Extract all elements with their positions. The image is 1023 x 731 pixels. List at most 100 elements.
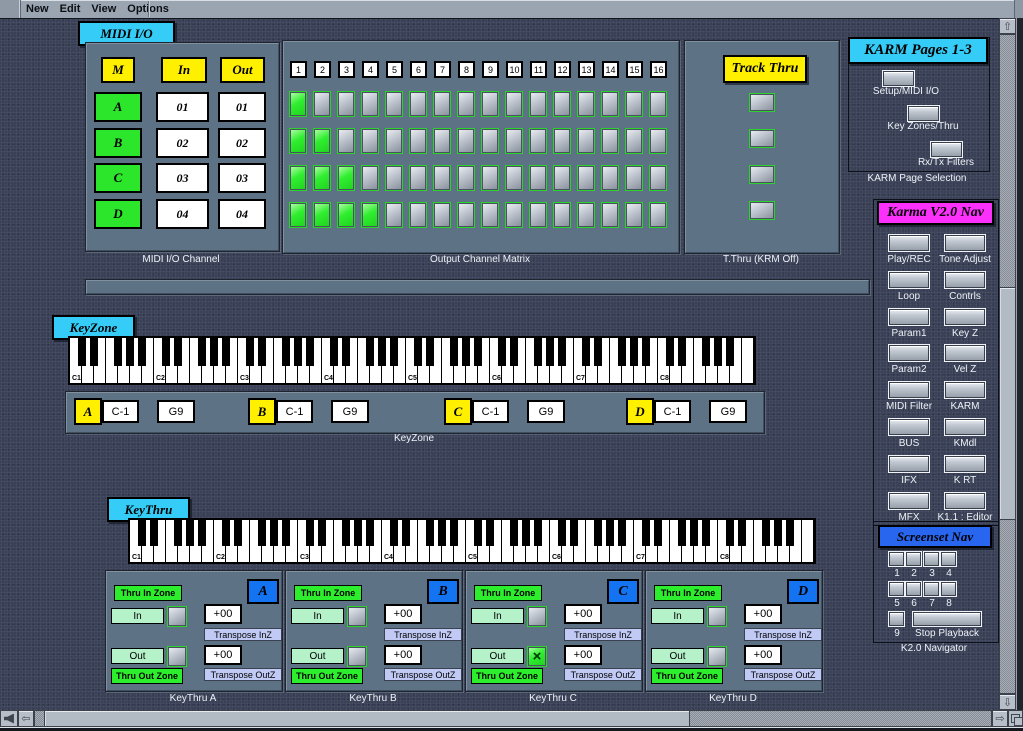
black-key[interactable]: [390, 520, 398, 546]
black-key[interactable]: [558, 338, 566, 366]
keyzone-high-b[interactable]: G9: [331, 400, 369, 423]
midi-in-channel-c[interactable]: 03: [156, 163, 209, 193]
matrix-toggle-r3-c9[interactable]: [481, 165, 499, 191]
midi-out-channel-a[interactable]: 01: [218, 92, 266, 122]
matrix-toggle-r2-c12[interactable]: [553, 128, 571, 154]
black-key[interactable]: [306, 338, 314, 366]
black-key[interactable]: [606, 520, 614, 546]
scroll-left-button[interactable]: ⇦: [18, 710, 34, 727]
keyzone-high-a[interactable]: G9: [157, 400, 195, 423]
black-key[interactable]: [138, 520, 146, 546]
menu-item-view[interactable]: View: [91, 3, 116, 15]
black-key[interactable]: [258, 338, 266, 366]
karma-nav-button-param1[interactable]: [889, 309, 929, 325]
matrix-toggle-r3-c14[interactable]: [601, 165, 619, 191]
white-key[interactable]: [802, 520, 814, 562]
screenset-button-4[interactable]: [941, 552, 956, 566]
black-key[interactable]: [510, 520, 518, 546]
track-thru-toggle-2[interactable]: [749, 129, 775, 148]
matrix-toggle-r1-c7[interactable]: [433, 91, 451, 117]
matrix-toggle-r2-c3[interactable]: [337, 128, 355, 154]
matrix-toggle-r2-c7[interactable]: [433, 128, 451, 154]
matrix-toggle-r1-c11[interactable]: [529, 91, 547, 117]
midi-out-channel-c[interactable]: 03: [218, 163, 266, 193]
black-key[interactable]: [654, 520, 662, 546]
audition-speaker-icon[interactable]: [0, 710, 18, 727]
black-key[interactable]: [630, 338, 638, 366]
black-key[interactable]: [678, 520, 686, 546]
black-key[interactable]: [702, 520, 710, 546]
black-key[interactable]: [570, 520, 578, 546]
black-key[interactable]: [426, 520, 434, 546]
black-key[interactable]: [222, 520, 230, 546]
matrix-toggle-r4-c7[interactable]: [433, 202, 451, 228]
black-key[interactable]: [666, 338, 674, 366]
black-key[interactable]: [138, 338, 146, 366]
karma-nav-button-karm[interactable]: [945, 382, 985, 398]
black-key[interactable]: [114, 338, 122, 366]
matrix-toggle-r4-c12[interactable]: [553, 202, 571, 228]
matrix-toggle-r2-c6[interactable]: [409, 128, 427, 154]
karma-nav-button-kmdl[interactable]: [945, 419, 985, 435]
black-key[interactable]: [786, 520, 794, 546]
matrix-toggle-r4-c1[interactable]: [289, 202, 307, 228]
matrix-toggle-r1-c4[interactable]: [361, 91, 379, 117]
black-key[interactable]: [162, 338, 170, 366]
midi-in-channel-d[interactable]: 04: [156, 199, 209, 229]
menu-item-edit[interactable]: Edit: [60, 3, 81, 15]
black-key[interactable]: [582, 338, 590, 366]
black-key[interactable]: [282, 520, 290, 546]
karm-page-button-2[interactable]: [908, 106, 939, 121]
matrix-toggle-r4-c4[interactable]: [361, 202, 379, 228]
black-key[interactable]: [678, 338, 686, 366]
scroll-right-button[interactable]: ⇨: [992, 710, 1008, 727]
matrix-toggle-r2-c2[interactable]: [313, 128, 331, 154]
midi-in-channel-b[interactable]: 02: [156, 128, 209, 158]
black-key[interactable]: [246, 338, 254, 366]
screenset-button-7[interactable]: [924, 582, 939, 596]
black-key[interactable]: [690, 520, 698, 546]
black-key[interactable]: [462, 338, 470, 366]
black-key[interactable]: [222, 338, 230, 366]
black-key[interactable]: [378, 338, 386, 366]
matrix-toggle-r2-c13[interactable]: [577, 128, 595, 154]
in-thru-toggle-c[interactable]: [527, 606, 547, 627]
black-key[interactable]: [150, 520, 158, 546]
vertical-scroll-thumb[interactable]: [999, 287, 1016, 520]
black-key[interactable]: [450, 520, 458, 546]
karm-page-button-3[interactable]: [931, 142, 962, 157]
matrix-toggle-r2-c15[interactable]: [625, 128, 643, 154]
matrix-toggle-r1-c8[interactable]: [457, 91, 475, 117]
black-key[interactable]: [510, 338, 518, 366]
matrix-toggle-r2-c10[interactable]: [505, 128, 523, 154]
midi-out-channel-d[interactable]: 04: [218, 199, 266, 229]
screenset-button-5[interactable]: [889, 582, 904, 596]
transpose-in-value-b[interactable]: +00: [384, 604, 422, 624]
black-key[interactable]: [414, 338, 422, 366]
matrix-toggle-r4-c3[interactable]: [337, 202, 355, 228]
matrix-toggle-r2-c1[interactable]: [289, 128, 307, 154]
black-key[interactable]: [342, 338, 350, 366]
keyzone-high-c[interactable]: G9: [527, 400, 565, 423]
matrix-toggle-r1-c15[interactable]: [625, 91, 643, 117]
matrix-toggle-r3-c11[interactable]: [529, 165, 547, 191]
screenset-button-9[interactable]: [889, 612, 904, 626]
black-key[interactable]: [198, 338, 206, 366]
black-key[interactable]: [738, 520, 746, 546]
screenset-button-2[interactable]: [906, 552, 921, 566]
transpose-in-value-c[interactable]: +00: [564, 604, 602, 624]
black-key[interactable]: [618, 520, 626, 546]
matrix-toggle-r3-c13[interactable]: [577, 165, 595, 191]
black-key[interactable]: [90, 338, 98, 366]
black-key[interactable]: [558, 520, 566, 546]
black-key[interactable]: [474, 338, 482, 366]
black-key[interactable]: [366, 520, 374, 546]
black-key[interactable]: [714, 338, 722, 366]
stop-playback-button[interactable]: [913, 612, 981, 626]
black-key[interactable]: [330, 338, 338, 366]
black-key[interactable]: [594, 520, 602, 546]
karma-nav-button-k1-1-editor[interactable]: [945, 493, 985, 509]
karma-nav-button-contrls[interactable]: [945, 272, 985, 288]
screenset-button-1[interactable]: [889, 552, 904, 566]
black-key[interactable]: [258, 520, 266, 546]
